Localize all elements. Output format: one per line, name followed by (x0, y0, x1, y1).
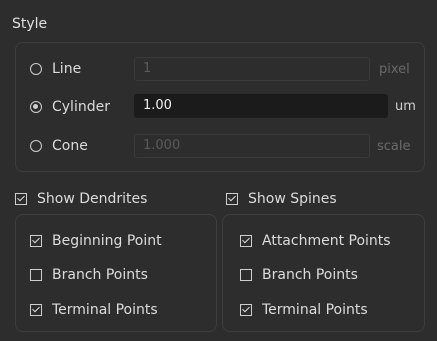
line-width-input[interactable]: 1 (134, 57, 370, 81)
radio-line-indicator[interactable] (30, 63, 42, 75)
cone-scale-input[interactable]: 1.000 (134, 134, 370, 158)
dendrites-branch-points-row[interactable]: Branch Points (30, 264, 148, 286)
style-title: Style (12, 16, 48, 32)
show-dendrites-checkbox-row[interactable]: Show Dendrites (15, 188, 147, 210)
radio-line-label: Line (52, 61, 82, 77)
dendrites-beginning-point-row[interactable]: Beginning Point (30, 230, 162, 252)
cone-unit: scale (377, 139, 411, 154)
dendrites-beginning-point-checkbox[interactable] (30, 235, 42, 247)
dendrites-terminal-points-label: Terminal Points (52, 302, 158, 318)
spines-attachment-points-label: Attachment Points (262, 233, 391, 249)
radio-cone-indicator[interactable] (30, 140, 42, 152)
cylinder-unit: um (395, 99, 416, 114)
dendrites-terminal-points-row[interactable]: Terminal Points (30, 299, 158, 321)
show-spines-checkbox-row[interactable]: Show Spines (226, 188, 337, 210)
radio-cone-label: Cone (52, 138, 88, 154)
show-dendrites-label: Show Dendrites (37, 191, 148, 207)
spines-terminal-points-label: Terminal Points (262, 302, 368, 318)
dendrites-terminal-points-checkbox[interactable] (30, 304, 42, 316)
spines-branch-points-label: Branch Points (262, 267, 358, 283)
cylinder-diameter-input[interactable]: 1.00 (134, 94, 388, 118)
dendrites-branch-points-label: Branch Points (52, 267, 148, 283)
spines-attachment-points-checkbox[interactable] (240, 235, 252, 247)
line-unit: pixel (379, 62, 410, 77)
show-dendrites-checkbox[interactable] (15, 193, 27, 205)
radio-cone[interactable]: Cone (30, 133, 88, 159)
show-spines-checkbox[interactable] (226, 193, 238, 205)
show-spines-label: Show Spines (248, 191, 337, 207)
spines-terminal-points-checkbox[interactable] (240, 304, 252, 316)
spines-attachment-points-row[interactable]: Attachment Points (240, 230, 391, 252)
dendrites-branch-points-checkbox[interactable] (30, 269, 42, 281)
spines-branch-points-checkbox[interactable] (240, 269, 252, 281)
radio-cylinder-label: Cylinder (52, 99, 110, 115)
radio-cylinder-indicator[interactable] (30, 101, 42, 113)
radio-cylinder[interactable]: Cylinder (30, 94, 110, 120)
spines-terminal-points-row[interactable]: Terminal Points (240, 299, 368, 321)
spines-branch-points-row[interactable]: Branch Points (240, 264, 358, 286)
radio-line[interactable]: Line (30, 56, 81, 82)
dendrites-beginning-point-label: Beginning Point (52, 233, 162, 249)
